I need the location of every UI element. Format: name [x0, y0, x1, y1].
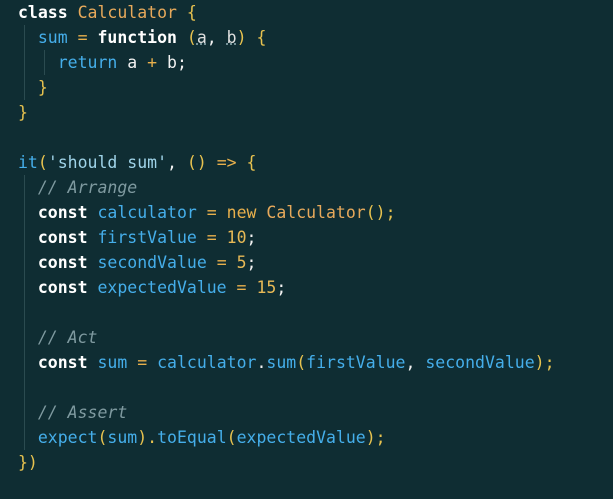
code-token: =	[206, 253, 237, 272]
code-token: class	[18, 3, 78, 22]
code-token: ,	[206, 28, 227, 47]
code-token: 15	[256, 278, 277, 297]
code-token: const	[37, 228, 88, 247]
code-token: .	[256, 353, 267, 372]
code-token: }	[18, 103, 28, 122]
code-line[interactable]: it('should sum', () => {	[18, 150, 256, 175]
code-line[interactable]: return a + b;	[18, 50, 187, 75]
code-token: ;	[246, 253, 257, 272]
code-token: {	[246, 153, 257, 172]
code-token: (	[97, 428, 108, 447]
code-token: sum	[107, 428, 138, 447]
code-token: a	[117, 53, 148, 72]
code-token: return	[57, 53, 118, 72]
code-token: const	[37, 203, 88, 222]
code-token: b	[226, 28, 237, 47]
code-token: // Arrange	[37, 178, 138, 197]
code-token: ();	[365, 203, 396, 222]
code-token: secondValue	[87, 253, 207, 272]
code-token: ) {	[236, 28, 267, 47]
code-token: expectedValue	[236, 428, 366, 447]
code-token: a	[196, 28, 207, 47]
code-token: Calculator	[256, 203, 366, 222]
code-line[interactable]: // Act	[18, 325, 98, 350]
code-token: (	[37, 153, 48, 172]
code-line[interactable]: expect(sum).toEqual(expectedValue);	[18, 425, 386, 450]
code-token: (	[296, 353, 307, 372]
code-token: (	[226, 428, 237, 447]
code-token: expectedValue	[87, 278, 227, 297]
code-token: function	[97, 28, 177, 47]
code-token: ).	[137, 428, 158, 447]
code-line[interactable]: const sum = calculator.sum(firstValue, s…	[18, 350, 555, 375]
code-token: firstValue	[87, 228, 197, 247]
code-token: 10	[226, 228, 247, 247]
code-token: new	[226, 203, 257, 222]
code-token: toEqual	[157, 428, 227, 447]
code-token: sum	[37, 28, 68, 47]
code-token: =>	[206, 153, 247, 172]
code-line[interactable]: class Calculator {	[18, 0, 197, 25]
code-token: 'should sum'	[47, 153, 168, 172]
code-token: const	[37, 253, 88, 272]
code-line[interactable]: }	[18, 75, 48, 100]
code-token: (	[176, 28, 197, 47]
code-token: ,	[405, 353, 426, 372]
code-token: secondValue	[425, 353, 535, 372]
code-token: =	[196, 228, 227, 247]
code-editor[interactable]: class Calculator { sum = function (a, b)…	[0, 0, 613, 499]
code-line[interactable]: const expectedValue = 15;	[18, 275, 286, 300]
code-line[interactable]: const secondValue = 5;	[18, 250, 257, 275]
code-token: {	[176, 3, 197, 22]
code-token: calculator	[87, 203, 197, 222]
code-line[interactable]: // Arrange	[18, 175, 137, 200]
code-token: // Assert	[37, 403, 128, 422]
code-token: expect	[37, 428, 98, 447]
code-token: );	[534, 353, 555, 372]
code-token: })	[18, 453, 38, 472]
code-token: 5	[236, 253, 247, 272]
code-token: );	[365, 428, 386, 447]
code-token: sum	[87, 353, 128, 372]
code-token: ;	[276, 278, 287, 297]
code-line[interactable]: const firstValue = 10;	[18, 225, 257, 250]
code-token: const	[37, 278, 88, 297]
code-line[interactable]: })	[18, 450, 38, 475]
code-token: const	[37, 353, 88, 372]
code-token: =	[67, 28, 98, 47]
code-token: calculator	[157, 353, 257, 372]
code-token: ()	[186, 153, 207, 172]
code-token: }	[37, 78, 48, 97]
code-token: =	[127, 353, 158, 372]
code-token: // Act	[37, 328, 98, 347]
code-token: b;	[157, 53, 187, 72]
code-line[interactable]: const calculator = new Calculator();	[18, 200, 396, 225]
code-line[interactable]: }	[18, 100, 28, 125]
code-token: ,	[167, 153, 187, 172]
code-token: Calculator	[77, 3, 177, 22]
code-line[interactable]: // Assert	[18, 400, 127, 425]
code-token: it	[18, 153, 38, 172]
code-token: +	[147, 53, 158, 72]
code-token: ;	[246, 228, 257, 247]
code-token: firstValue	[306, 353, 406, 372]
code-token: =	[226, 278, 257, 297]
code-line[interactable]: sum = function (a, b) {	[18, 25, 267, 50]
code-token: =	[196, 203, 227, 222]
code-token: sum	[266, 353, 297, 372]
